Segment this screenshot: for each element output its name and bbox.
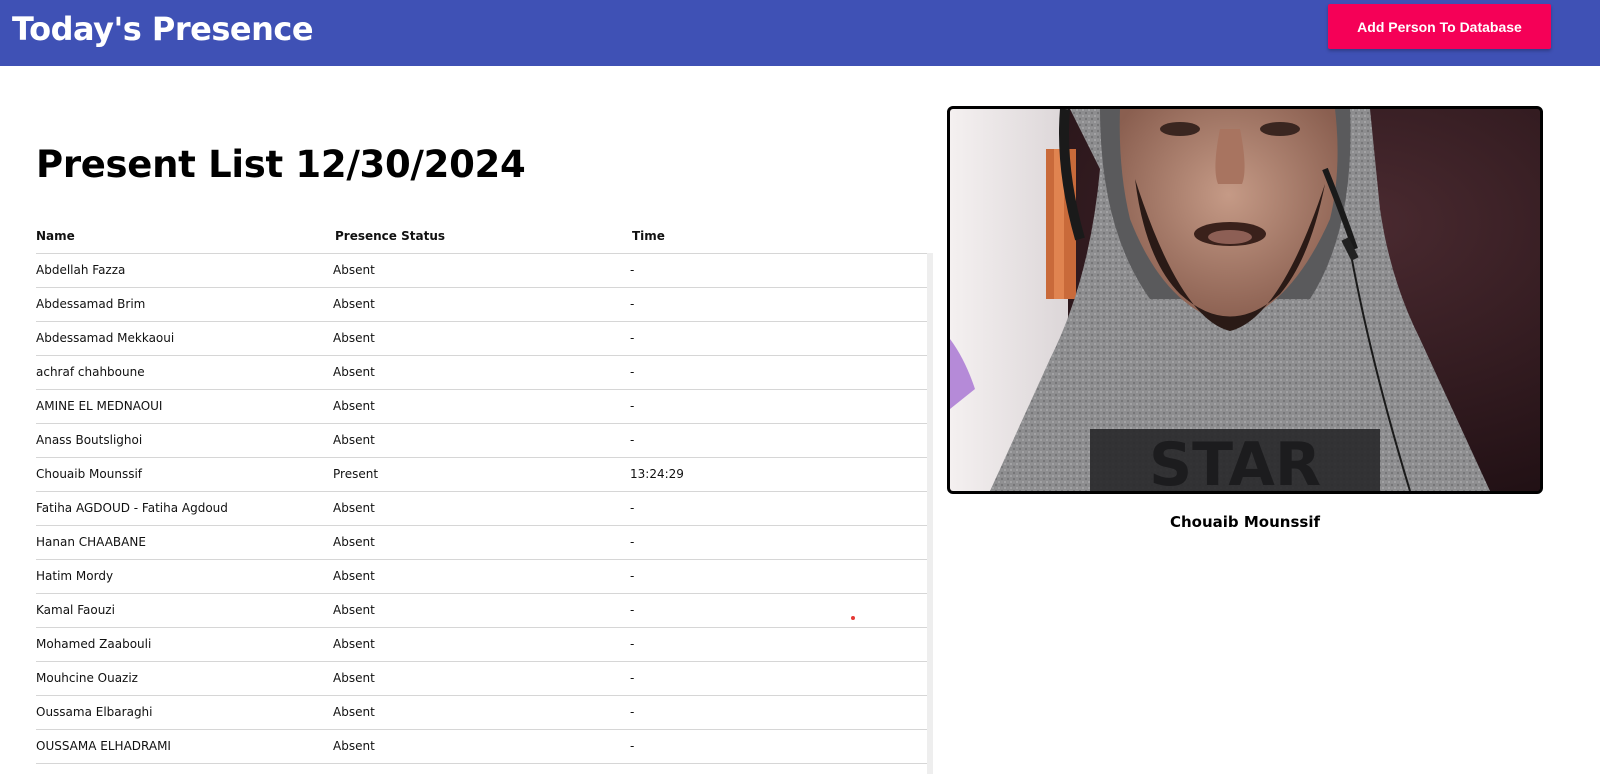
column-header-time: Time [630, 220, 927, 254]
cell-time: - [630, 423, 927, 458]
cell-time: - [630, 729, 927, 764]
cell-time: - [630, 287, 927, 322]
table-row: Hatim Mordy Absent - [36, 559, 927, 594]
table-row: Mohamed Zaabouli Absent - [36, 627, 927, 662]
table-row: AMINE EL MEDNAOUI Absent - [36, 389, 927, 424]
table-scrollbar[interactable] [927, 253, 933, 774]
cell-time: - [630, 389, 927, 424]
cell-name: Mouhcine Ouaziz [36, 661, 333, 696]
cell-name: Anass Boutslighoi [36, 423, 333, 458]
red-dot-marker [851, 616, 855, 620]
cell-name: Hatim Mordy [36, 559, 333, 594]
cell-time: - [630, 695, 927, 730]
cell-status: Absent [333, 729, 630, 764]
cell-name: Chouaib Mounssif [36, 457, 333, 492]
column-header-status: Presence Status [333, 220, 630, 254]
cell-name: Abdessamad Mekkaoui [36, 321, 333, 356]
cell-time: - [630, 559, 927, 594]
table-row: achraf chahboune Absent - [36, 355, 927, 390]
table-row: Hanan CHAABANE Absent - [36, 525, 927, 560]
cell-time: 13:24:29 [630, 457, 927, 492]
table-row: OUSSAMA ELHADRAMI Absent - [36, 729, 927, 764]
table-row: Kamal Faouzi Absent - [36, 593, 927, 628]
cell-time: - [630, 253, 927, 288]
camera-image: STAR [950, 109, 1540, 491]
cell-time: - [630, 593, 927, 628]
cell-name: Abdessamad Brim [36, 287, 333, 322]
cell-name: AMINE EL MEDNAOUI [36, 389, 333, 424]
shirt-print-text: STAR [1149, 430, 1321, 491]
table-header-row: Name Presence Status Time [36, 220, 927, 254]
cell-status: Absent [333, 559, 630, 594]
cell-status: Absent [333, 321, 630, 356]
table-row: Fatiha AGDOUD - Fatiha Agdoud Absent - [36, 491, 927, 526]
table-row: Abdessamad Brim Absent - [36, 287, 927, 322]
cell-status: Absent [333, 525, 630, 560]
cell-name: Mohamed Zaabouli [36, 627, 333, 662]
camera-feed: STAR [947, 106, 1543, 494]
top-app-bar: Today's Presence Add Person To Database [0, 0, 1600, 66]
cell-time: - [630, 355, 927, 390]
cell-name: Oussama Elbaraghi [36, 695, 333, 730]
cell-name: OUSSAMA ELHADRAMI [36, 729, 333, 764]
cell-name: achraf chahboune [36, 355, 333, 390]
cell-status: Absent [333, 661, 630, 696]
table-row: Oussama Elbaraghi Absent - [36, 695, 927, 730]
cell-status: Absent [333, 695, 630, 730]
presence-table-container[interactable]: Name Presence Status Time Abdellah Fazza… [36, 220, 933, 774]
table-row: Abdessamad Mekkaoui Absent - [36, 321, 927, 356]
table-row: Chouaib Mounssif Present 13:24:29 [36, 457, 927, 492]
cell-status: Absent [333, 423, 630, 458]
detected-person-name: Chouaib Mounssif [1169, 513, 1320, 531]
cell-status: Absent [333, 389, 630, 424]
cell-name: Abdellah Fazza [36, 253, 333, 288]
column-header-name: Name [36, 220, 333, 254]
table-row: Anass Boutslighoi Absent - [36, 423, 927, 458]
page-title: Present List 12/30/2024 [36, 143, 526, 186]
presence-table: Name Presence Status Time Abdellah Fazza… [36, 220, 927, 764]
cell-time: - [630, 661, 927, 696]
cell-time: - [630, 525, 927, 560]
cell-status: Absent [333, 491, 630, 526]
cell-time: - [630, 491, 927, 526]
cell-status: Absent [333, 593, 630, 628]
cell-status: Present [333, 457, 630, 492]
cell-status: Absent [333, 355, 630, 390]
cell-time: - [630, 627, 927, 662]
cell-time: - [630, 321, 927, 356]
add-person-button[interactable]: Add Person To Database [1328, 4, 1551, 49]
app-title: Today's Presence [12, 10, 314, 48]
cell-status: Absent [333, 287, 630, 322]
cell-status: Absent [333, 253, 630, 288]
cell-name: Kamal Faouzi [36, 593, 333, 628]
table-row: Mouhcine Ouaziz Absent - [36, 661, 927, 696]
cell-status: Absent [333, 627, 630, 662]
table-row: Abdellah Fazza Absent - [36, 253, 927, 288]
cell-name: Fatiha AGDOUD - Fatiha Agdoud [36, 491, 333, 526]
cell-name: Hanan CHAABANE [36, 525, 333, 560]
